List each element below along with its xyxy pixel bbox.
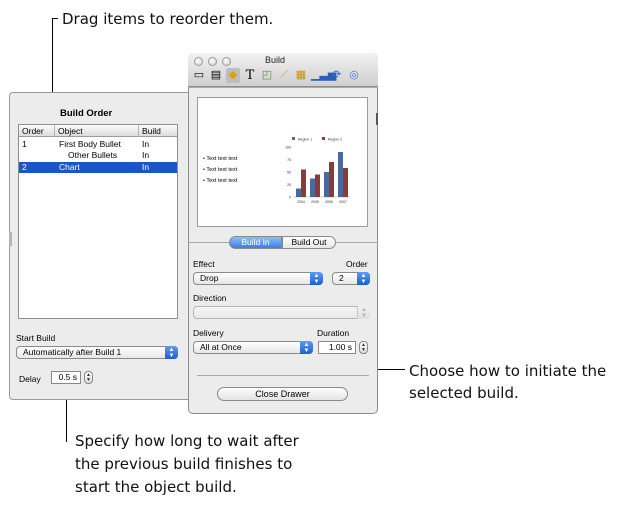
bottom-separator <box>197 375 369 376</box>
callout-specify-line1: Specify how long to wait after <box>75 432 299 450</box>
minimize-window-button[interactable] <box>208 57 217 66</box>
close-window-button[interactable] <box>194 57 203 66</box>
drawer-resize-handle[interactable] <box>9 232 12 246</box>
y-tick-label: 25 <box>287 183 291 187</box>
x-tick-label: 2007 <box>339 200 347 204</box>
y-tick-label: 50 <box>287 171 291 175</box>
direction-popup[interactable]: ▲ ▼ <box>193 306 370 319</box>
graphic-inspector-icon[interactable]: ◰ <box>260 68 274 83</box>
delivery-popup[interactable]: All at Once ▲ ▼ <box>193 341 313 354</box>
order-popup[interactable]: 2 ▲ ▼ <box>332 272 370 285</box>
effect-popup[interactable]: Drop ▲ ▼ <box>193 272 323 285</box>
y-tick-label: 0 <box>289 196 291 200</box>
tab-build-out[interactable]: Build Out <box>282 236 336 249</box>
delay-stepper[interactable]: ▲ ▼ <box>84 371 93 384</box>
window-title: Build <box>265 55 286 65</box>
build-order-table[interactable]: Order Object Build 1 First Body Bullet I… <box>18 124 178 319</box>
chart-bar <box>296 188 301 197</box>
chart-bar <box>324 172 329 197</box>
x-tick-label: 2005 <box>311 200 319 204</box>
chart-bar <box>338 152 343 197</box>
order-label: Order <box>346 259 368 269</box>
table-row-selected[interactable]: 2 Chart In <box>19 162 177 173</box>
delay-field[interactable]: 0.5 s <box>51 371 81 384</box>
row-object: Chart <box>59 162 80 172</box>
table-row[interactable]: 1 First Body Bullet In <box>19 139 177 150</box>
callout-specify-line2: the previous build finishes to <box>75 455 293 473</box>
row-object: First Body Bullet <box>59 139 121 149</box>
tabs-separator <box>336 242 378 243</box>
table-inspector-icon[interactable]: ▦ <box>294 68 308 83</box>
chart-inspector-icon[interactable]: ▁▃▅ <box>311 68 336 83</box>
row-order: 2 <box>22 162 27 172</box>
preview-bullet: • Text text text <box>203 156 238 162</box>
window-edge-marker <box>376 113 378 125</box>
direction-label: Direction <box>193 293 227 303</box>
delivery-value: All at Once <box>200 342 242 352</box>
build-inspector-icon[interactable]: ◆ <box>226 68 240 83</box>
tabs-separator <box>188 242 229 243</box>
tab-build-in[interactable]: Build In <box>229 236 282 249</box>
callout-choose-line2: selected build. <box>409 384 519 402</box>
duration-stepper[interactable]: ▲ ▼ <box>359 341 368 354</box>
start-build-label: Start Build <box>16 333 56 343</box>
delivery-label: Delivery <box>193 328 224 338</box>
legend-swatch <box>292 137 295 140</box>
text-inspector-icon[interactable]: T <box>243 68 257 83</box>
column-header-build[interactable]: Build <box>139 125 177 137</box>
preview-chart: Region 1 Region 2 0 25 50 75 100 2004 2005 2006 20… <box>285 137 350 204</box>
chart-bar <box>301 169 306 197</box>
order-value: 2 <box>339 273 344 283</box>
column-header-object[interactable]: Object <box>55 125 139 137</box>
popup-arrows-icon: ▲ ▼ <box>357 306 370 319</box>
preview-bullets: • Text text text • Text text text • Text… <box>203 154 237 187</box>
toolbar-separator <box>188 87 378 88</box>
delay-label: Delay <box>19 374 41 384</box>
hyperlink-inspector-icon[interactable]: ⟳ <box>330 68 344 83</box>
popup-arrows-icon: ▲ ▼ <box>357 272 370 285</box>
table-header: Order Object Build <box>19 125 177 137</box>
row-build: In <box>142 139 150 149</box>
row-object: Other Bullets <box>68 150 118 160</box>
y-tick-label: 100 <box>285 146 291 150</box>
chart-bar <box>310 178 315 197</box>
y-tick-label: 75 <box>287 158 291 162</box>
chart-bar <box>329 162 334 197</box>
legend-label: Region 2 <box>328 138 342 142</box>
chart-bar <box>315 174 320 197</box>
quicktime-inspector-icon[interactable]: ◎ <box>347 68 361 83</box>
popup-arrows-icon: ▲ ▼ <box>165 346 178 359</box>
chart-bar <box>343 168 348 197</box>
start-build-popup[interactable]: Automatically after Build 1 ▲ ▼ <box>16 346 178 359</box>
legend-label: Region 1 <box>298 138 312 142</box>
preview-bullet: • Text text text <box>203 167 238 173</box>
callout-specify-line3: start the object build. <box>75 478 237 496</box>
column-header-order[interactable]: Order <box>19 125 55 137</box>
table-row[interactable]: Other Bullets In <box>19 150 177 161</box>
callout-drag-items: Drag items to reorder them. <box>62 10 274 28</box>
effect-label: Effect <box>193 259 215 269</box>
row-build: In <box>142 150 150 160</box>
metrics-inspector-icon[interactable]: ⟋ <box>277 68 291 83</box>
callout-line-drag-tick <box>52 18 58 19</box>
row-build: In <box>142 162 150 172</box>
document-inspector-icon[interactable]: ▭ <box>192 68 206 83</box>
row-order: 1 <box>22 139 27 149</box>
zoom-window-button[interactable] <box>222 57 231 66</box>
start-build-value: Automatically after Build 1 <box>23 347 122 357</box>
popup-arrows-icon: ▲ ▼ <box>300 341 313 354</box>
legend-swatch <box>322 137 325 140</box>
x-tick-label: 2006 <box>325 200 333 204</box>
build-order-title: Build Order <box>60 108 113 119</box>
duration-label: Duration <box>317 328 350 338</box>
duration-field[interactable]: 1.00 s <box>318 341 356 354</box>
x-tick-label: 2004 <box>297 200 305 204</box>
callout-choose-line1: Choose how to initiate the <box>409 362 607 380</box>
close-drawer-button[interactable]: Close Drawer <box>217 387 348 401</box>
effect-value: Drop <box>200 273 219 283</box>
slide-inspector-icon[interactable]: ▤ <box>209 68 223 83</box>
popup-arrows-icon: ▲ ▼ <box>310 272 323 285</box>
preview-bullet: • Text text text <box>203 178 238 184</box>
